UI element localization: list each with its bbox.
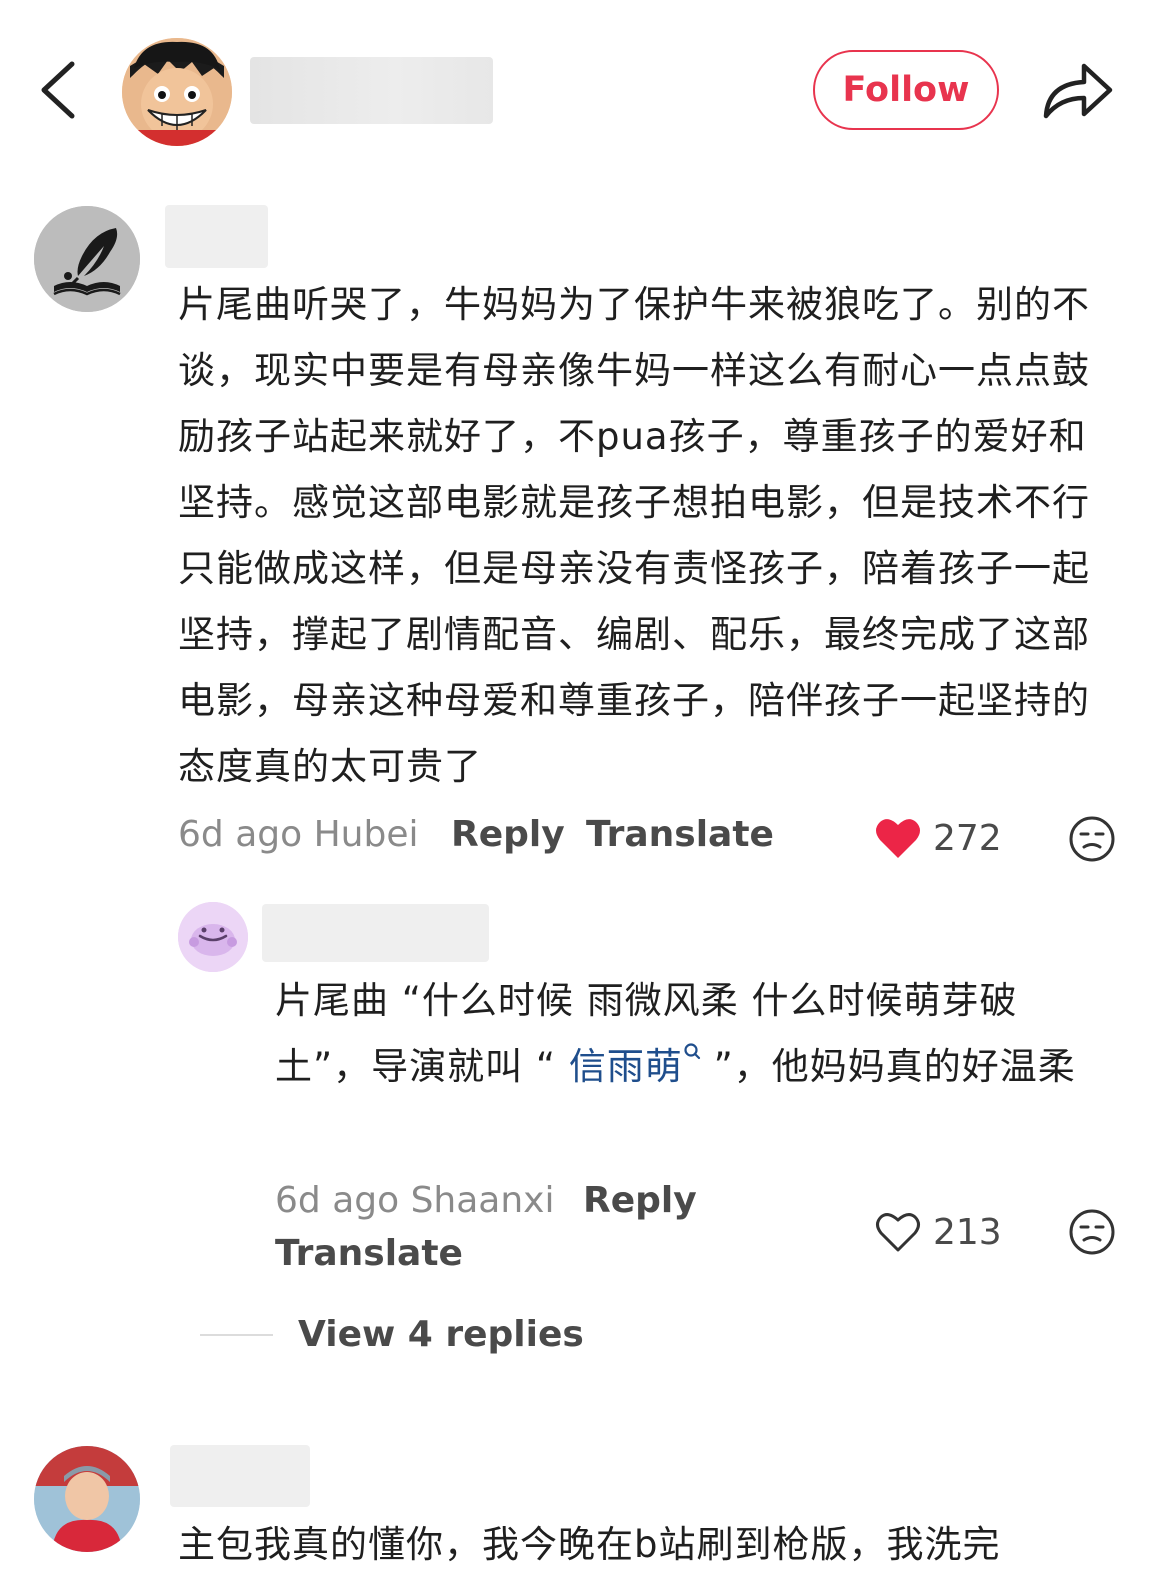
translate-button[interactable]: Translate <box>586 814 774 855</box>
meh-face-icon <box>1069 1209 1115 1255</box>
reply-time-location: 6d ago Shaanxi <box>275 1180 555 1221</box>
search-icon <box>684 1043 700 1060</box>
view-replies-button[interactable]: View 4 replies <box>298 1314 584 1355</box>
commenter-name-redacted[interactable] <box>170 1445 310 1507</box>
reply-dislike-button[interactable] <box>1068 1208 1116 1256</box>
share-icon <box>1043 63 1113 119</box>
share-button[interactable] <box>1040 58 1114 122</box>
reply-text-after: ”，他妈妈真的好温柔 <box>700 1045 1076 1088</box>
reply-avatar[interactable] <box>178 902 248 972</box>
reply-like-button[interactable] <box>874 1210 922 1254</box>
commenter-avatar[interactable] <box>34 1446 140 1552</box>
reply-text: 片尾曲 “什么时候 雨微风柔 什么时候萌芽破土”，导演就叫 “ 信雨萌 ”，他妈… <box>275 968 1105 1100</box>
avatar-image <box>122 38 232 146</box>
author-avatar[interactable] <box>122 38 232 146</box>
commenter-name-redacted[interactable] <box>165 205 268 268</box>
feather-book-icon <box>34 206 140 312</box>
heart-filled-icon <box>876 819 920 858</box>
comment-text: 主包我真的懂你，我今晚在b站刷到枪版，我洗完 <box>178 1523 1001 1566</box>
reply-reply-button[interactable]: Reply <box>583 1180 697 1221</box>
cute-face-icon <box>178 902 248 972</box>
like-count: 272 <box>933 818 1002 859</box>
back-button[interactable] <box>30 58 90 122</box>
meh-face-icon <box>1069 816 1115 862</box>
comment-text: 片尾曲听哭了，牛妈妈为了保护牛来被狼吃了。别的不谈，现实中要是有母亲像牛妈一样这… <box>178 283 1090 788</box>
commenter-avatar[interactable] <box>34 206 140 312</box>
reply-name-redacted[interactable] <box>262 904 489 962</box>
divider-line <box>200 1334 273 1336</box>
mention-text: 信雨萌 <box>568 1045 683 1088</box>
child-photo-icon <box>34 1446 140 1552</box>
mention-link[interactable]: 信雨萌 <box>568 1043 701 1088</box>
follow-button[interactable]: Follow <box>813 50 999 130</box>
like-button[interactable] <box>874 816 922 860</box>
comment-time-location: 6d ago Hubei <box>178 814 419 855</box>
reply-button[interactable]: Reply <box>451 814 565 855</box>
dislike-button[interactable] <box>1068 815 1116 863</box>
author-name-redacted[interactable] <box>250 57 493 124</box>
reply-translate-button[interactable]: Translate <box>275 1233 463 1274</box>
reply-like-count: 213 <box>933 1212 1002 1253</box>
heart-outline-icon <box>876 1213 920 1252</box>
chevron-left-icon <box>41 61 75 119</box>
